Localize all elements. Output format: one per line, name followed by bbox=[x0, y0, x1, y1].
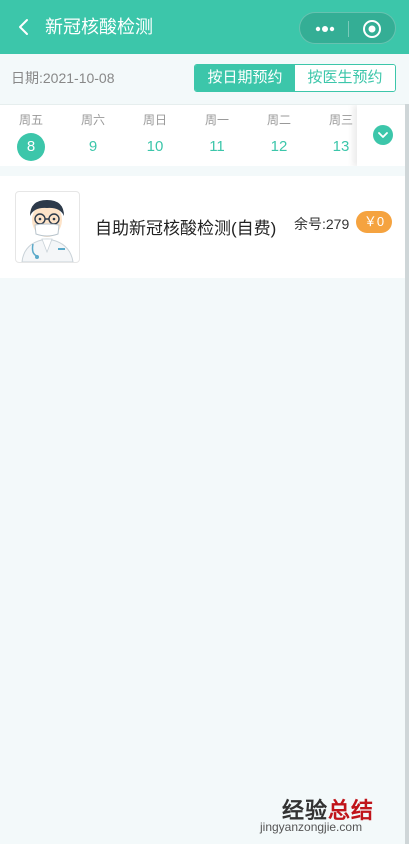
day-number: 11 bbox=[209, 138, 225, 155]
chevron-down-circle-icon bbox=[373, 125, 393, 145]
price-badge: ￥0 bbox=[356, 211, 392, 233]
date-bar: 日期:2021-10-08 按日期预约 按医生预约 bbox=[0, 54, 409, 104]
booking-mode-tabs: 按日期预约 按医生预约 bbox=[194, 64, 396, 92]
chevron-left-icon[interactable] bbox=[14, 17, 34, 37]
weekday-label: 周日 bbox=[142, 113, 167, 127]
weekday-label: 周一 bbox=[204, 113, 229, 127]
remaining-count: 余号:279 bbox=[294, 216, 350, 232]
target-circle-icon[interactable] bbox=[362, 19, 382, 39]
watermark-url: jingyanzongjie.com bbox=[260, 820, 363, 834]
day-number: 10 bbox=[146, 138, 164, 155]
day-item[interactable]: 周一 11 bbox=[186, 105, 248, 166]
expand-calendar-button[interactable] bbox=[357, 105, 409, 166]
item-name: 自助新冠核酸检测(自费) bbox=[95, 219, 277, 238]
day-item[interactable]: 周五 8 bbox=[0, 105, 62, 166]
day-number: 9 bbox=[88, 138, 98, 155]
tab-by-date[interactable]: 按日期预约 bbox=[195, 65, 295, 91]
scrollbar-track bbox=[405, 104, 409, 844]
tab-by-doctor[interactable]: 按医生预约 bbox=[295, 65, 395, 91]
mini-program-capsule bbox=[299, 12, 396, 44]
doctor-avatar-icon bbox=[21, 200, 74, 262]
page-title: 新冠核酸检测 bbox=[45, 17, 153, 37]
more-dots-icon[interactable] bbox=[312, 22, 338, 36]
day-number: 8 bbox=[17, 133, 45, 161]
day-number: 12 bbox=[270, 138, 288, 155]
weekday-label: 周五 bbox=[18, 113, 43, 127]
weekday-label: 周六 bbox=[80, 113, 105, 127]
test-item-card[interactable]: 自助新冠核酸检测(自费) 余号:279 ￥0 bbox=[0, 176, 409, 278]
day-item[interactable]: 周二 12 bbox=[248, 105, 310, 166]
day-item[interactable]: 周日 10 bbox=[124, 105, 186, 166]
capsule-divider bbox=[348, 21, 349, 37]
doctor-avatar bbox=[15, 191, 80, 263]
day-number: 13 bbox=[332, 138, 350, 155]
weekday-label: 周二 bbox=[266, 113, 291, 127]
nav-header: 新冠核酸检测 bbox=[0, 0, 409, 54]
day-item[interactable]: 周六 9 bbox=[62, 105, 124, 166]
date-label: 日期:2021-10-08 bbox=[11, 70, 115, 86]
week-selector: 周五 8 周六 9 周日 10 周一 11 周二 12 周三 13 周四 14 bbox=[0, 104, 409, 166]
